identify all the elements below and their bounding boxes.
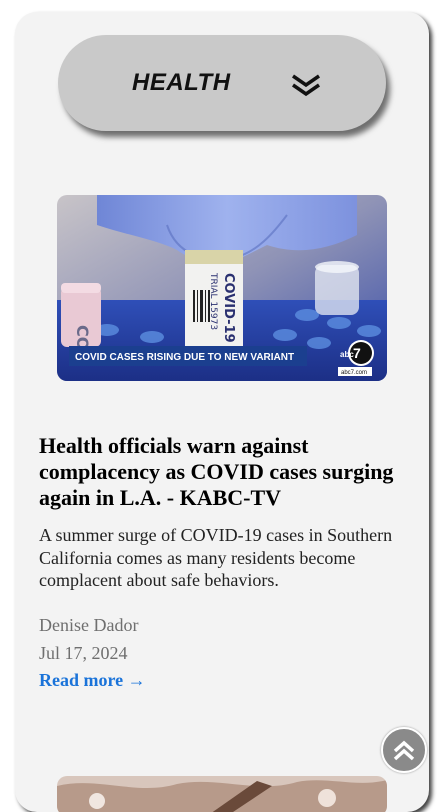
article-image[interactable]: CO COVID-19 TRIAL 15973 COVID CASES RISI… (57, 195, 387, 381)
article-date: Jul 17, 2024 (39, 643, 128, 663)
tube-sublabel: TRIAL 15973 (208, 272, 218, 330)
double-chevron-down-icon (292, 74, 320, 97)
article-photo: CO COVID-19 TRIAL 15973 COVID CASES RISI… (57, 195, 387, 381)
category-label: HEALTH (132, 69, 231, 96)
next-article-photo (57, 776, 387, 812)
svg-text:abc: abc (340, 350, 354, 359)
category-selector[interactable]: HEALTH (58, 35, 386, 131)
tube-label: COVID-19 (221, 273, 236, 343)
scroll-to-top-button[interactable] (381, 727, 427, 773)
double-chevron-up-icon (393, 740, 415, 761)
article-summary: A summer surge of COVID-19 cases in Sout… (39, 525, 393, 590)
news-card: HEALTH CO COVID-19 TRIAL 15973 COVID CAS… (15, 12, 429, 812)
next-article-image[interactable] (57, 776, 387, 812)
read-more-link[interactable]: Read more → (39, 670, 146, 691)
image-banner-text: COVID CASES RISING DUE TO NEW VARIANT (75, 352, 294, 363)
article-headline[interactable]: Health officials warn against complacenc… (39, 433, 399, 511)
article-author: Denise Dador (39, 615, 139, 635)
svg-text:7: 7 (353, 345, 361, 361)
svg-text:abc7.com: abc7.com (341, 370, 367, 376)
